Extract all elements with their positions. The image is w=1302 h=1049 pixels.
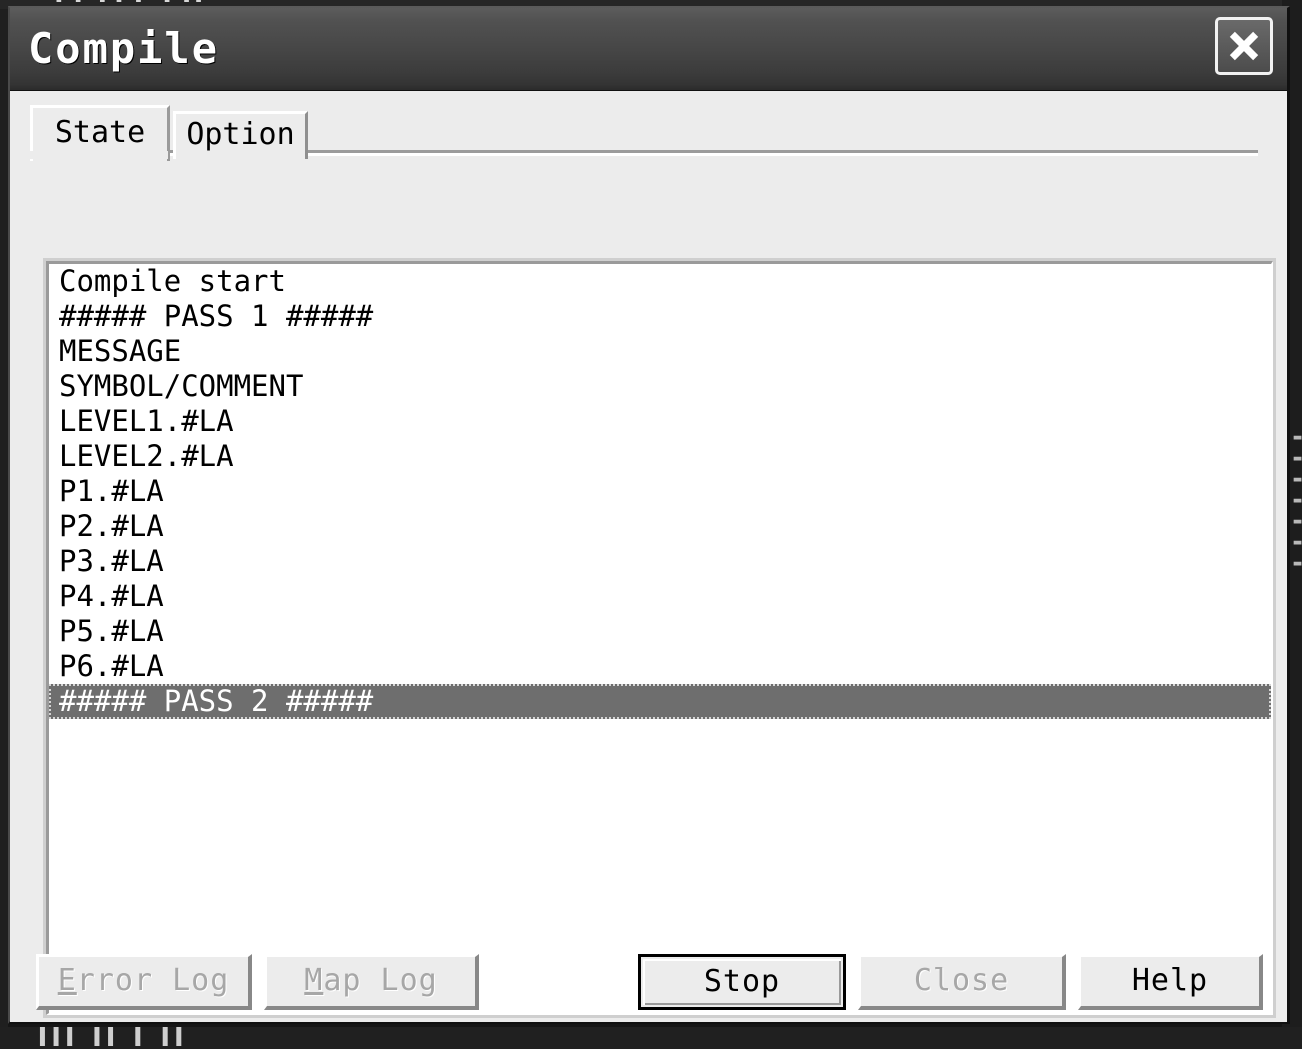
error-log-label: rror Log — [76, 963, 230, 998]
compile-log-list[interactable]: Compile start ##### PASS 1 ##### MESSAGE… — [46, 261, 1273, 1015]
close-x-icon — [1229, 31, 1259, 61]
list-item[interactable]: P5.#LA — [49, 614, 1271, 649]
background-window-bottom-edge: ▌▌▌ ▌▌ ▌ ▌▌ — [0, 1027, 1302, 1049]
background-window-left-edge — [0, 0, 8, 1049]
list-item[interactable]: P3.#LA — [49, 544, 1271, 579]
stop-button[interactable]: Stop — [638, 954, 846, 1010]
list-item-selected[interactable]: ##### PASS 2 ##### — [49, 684, 1271, 719]
list-item[interactable]: LEVEL2.#LA — [49, 439, 1271, 474]
list-item[interactable]: P6.#LA — [49, 649, 1271, 684]
compile-dialog: Compile State Option Compile start #####… — [8, 6, 1290, 1024]
close-dialog-button[interactable]: Close — [858, 954, 1066, 1010]
list-item[interactable]: P4.#LA — [49, 579, 1271, 614]
button-bar: Error Log Map Log Stop Close Help — [10, 944, 1287, 1022]
dialog-client-area: State Option Compile start ##### PASS 1 … — [10, 91, 1287, 1022]
list-item[interactable]: ##### PASS 1 ##### — [49, 299, 1271, 334]
background-bottom-glyphs: ▌▌▌ ▌▌ ▌ ▌▌ — [40, 1027, 190, 1046]
list-item[interactable]: Compile start — [49, 264, 1271, 299]
help-button[interactable]: Help — [1078, 954, 1263, 1010]
list-item[interactable]: LEVEL1.#LA — [49, 404, 1271, 439]
list-item[interactable]: MESSAGE — [49, 334, 1271, 369]
active-tab-joint — [30, 151, 168, 159]
background-right-glyphs: ▬▬▬▬▬▬▬ — [1290, 430, 1302, 577]
error-log-button[interactable]: Error Log — [36, 954, 252, 1010]
error-log-accel: E — [57, 963, 77, 998]
title-bar[interactable]: Compile — [10, 8, 1287, 91]
map-log-button[interactable]: Map Log — [264, 954, 479, 1010]
list-item[interactable]: P1.#LA — [49, 474, 1271, 509]
list-item[interactable]: SYMBOL/COMMENT — [49, 369, 1271, 404]
tab-option[interactable]: Option — [173, 111, 308, 159]
list-item[interactable]: P2.#LA — [49, 509, 1271, 544]
map-log-accel: M — [304, 963, 324, 998]
map-log-label: ap Log — [323, 963, 438, 998]
close-button[interactable] — [1215, 17, 1273, 75]
background-top-glyphs: ▐ ▌ ▌▐ ▌ ▐ ▌▌ — [52, 0, 208, 2]
window-title: Compile — [28, 24, 220, 73]
